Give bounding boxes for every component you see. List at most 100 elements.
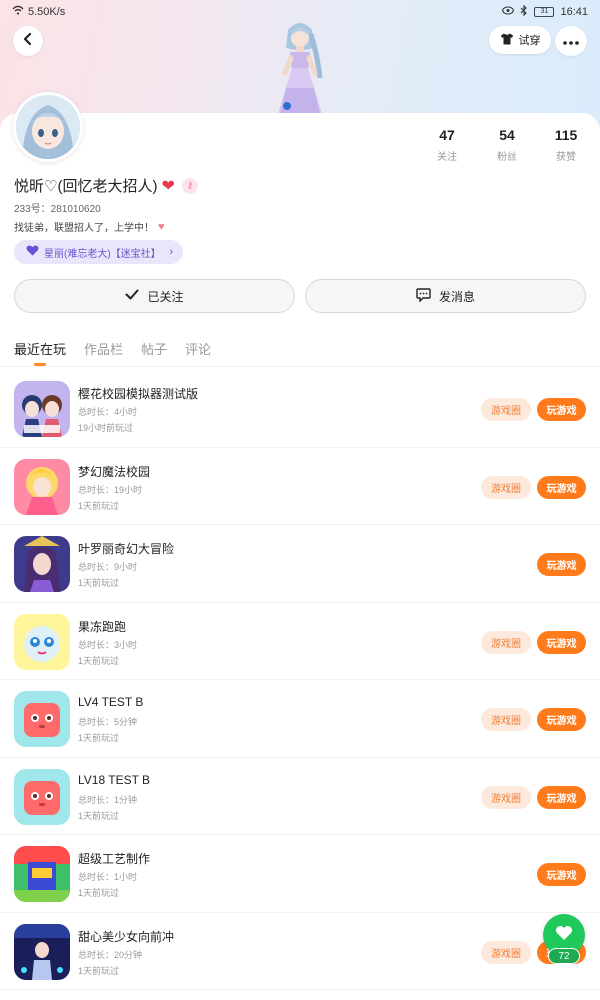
game-last-played: 1天前玩过 xyxy=(78,965,120,976)
game-play-duration: 总时长：5分钟 xyxy=(78,717,138,727)
tab-works[interactable]: 作品栏 xyxy=(84,339,123,358)
bio-text: 找徒弟，联盟招人了，上学中！ xyxy=(14,223,154,234)
game-circle-button[interactable]: 游戏圈 xyxy=(481,785,531,809)
game-last-played: 1天前玩过 xyxy=(78,655,120,666)
stat-following[interactable]: 47 关注 xyxy=(422,127,472,163)
bluetooth-icon xyxy=(520,4,528,19)
tab-comments[interactable]: 评论 xyxy=(185,339,211,358)
super-craft-game-icon[interactable] xyxy=(14,846,70,902)
network-speed: 5.50K/s xyxy=(28,5,66,18)
jelly-run-game-icon[interactable] xyxy=(14,613,70,670)
play-game-button[interactable]: 玩游戏 xyxy=(537,863,586,886)
stat-likes-label: 获赞 xyxy=(556,152,576,163)
tab-recently-played[interactable]: 最近在玩 xyxy=(14,339,66,366)
user-avatar[interactable] xyxy=(13,92,83,162)
stat-followers[interactable]: 54 粉丝 xyxy=(482,127,532,163)
stat-likes-count: 115 xyxy=(554,127,578,143)
game-last-played: 1天前玩过 xyxy=(78,733,120,743)
try-on-label: 试穿 xyxy=(518,35,541,47)
game-play-duration: 总时长：4小时 xyxy=(78,407,138,417)
guild-heart-icon xyxy=(26,245,39,259)
game-circle-button[interactable]: 游戏圈 xyxy=(481,630,531,654)
tab-posts[interactable]: 帖子 xyxy=(141,339,167,358)
stat-followers-label: 粉丝 xyxy=(497,152,517,163)
play-game-button[interactable]: 玩游戏 xyxy=(537,785,586,809)
play-game-button[interactable]: 玩游戏 xyxy=(537,553,586,576)
tshirt-icon xyxy=(500,33,514,48)
play-game-button[interactable]: 玩游戏 xyxy=(537,630,586,654)
game-play-duration: 总时长：1小时 xyxy=(78,872,138,882)
game-last-played: 19小时前玩过 xyxy=(78,423,134,433)
send-message-button[interactable]: 发消息 xyxy=(305,279,586,313)
clock: 16:41 xyxy=(560,6,588,18)
key-badge-icon[interactable]: ⚷ xyxy=(181,177,198,194)
game-last-played: 1天前玩过 xyxy=(78,578,120,588)
game-title: LV4 TEST B xyxy=(78,695,144,709)
game-last-played: 1天前玩过 xyxy=(78,888,120,898)
game-title: 超级工艺制作 xyxy=(78,852,151,866)
character-avatar-figure[interactable] xyxy=(262,18,338,114)
game-last-played: 1天前玩过 xyxy=(78,810,120,821)
lv4-test-game-icon[interactable] xyxy=(14,691,70,747)
username-row: 悦昕♡(回忆老大招人) ❤ ⚷ xyxy=(14,175,198,196)
more-button[interactable] xyxy=(555,26,587,56)
eye-icon xyxy=(502,6,515,18)
heart-icon xyxy=(555,924,573,947)
game-play-duration: 总时长：20分钟 xyxy=(78,949,143,960)
sakura-school-game-icon[interactable] xyxy=(14,381,70,437)
recent-games-list: 樱花校园模拟器测试版 总时长：4小时 19小时前玩过 游戏圈 玩游戏 梦幻魔法校园 总时长：… xyxy=(0,370,600,990)
bio: 找徒弟，联盟招人了，上学中！ ♥ xyxy=(14,219,165,235)
guild-badge[interactable]: 星丽(难忘老大)【迷宝社】 › xyxy=(14,240,183,264)
chevron-right-icon: › xyxy=(169,246,173,258)
try-on-button[interactable]: 试穿 xyxy=(489,26,551,54)
stat-following-label: 关注 xyxy=(437,152,457,163)
profile-tabs: 最近在玩 作品栏 帖子 评论 xyxy=(14,339,211,366)
followed-button[interactable]: 已关注 xyxy=(14,279,295,313)
lv18-test-game-icon[interactable] xyxy=(14,768,70,825)
game-play-duration: 总时长：9小时 xyxy=(78,562,138,572)
game-list-item[interactable]: LV18 TEST B 总时长：1分钟 1天前玩过 游戏圈 玩游戏 xyxy=(0,758,600,835)
guild-name: 星丽(难忘老大)【迷宝社】 xyxy=(44,248,161,260)
magic-school-game-icon[interactable] xyxy=(14,458,70,515)
game-list-item[interactable]: 叶罗丽奇幻大冒险总时长：9小时 1天前玩过 玩游戏 xyxy=(0,525,600,603)
game-title: 樱花校园模拟器测试版 xyxy=(78,387,199,401)
game-circle-button[interactable]: 游戏圈 xyxy=(481,940,531,964)
play-game-button[interactable]: 玩游戏 xyxy=(537,398,586,421)
game-last-played: 1天前玩过 xyxy=(78,500,120,511)
message-bubble-icon xyxy=(416,287,431,305)
game-circle-button[interactable]: 游戏圈 xyxy=(481,708,531,731)
play-game-button[interactable]: 玩游戏 xyxy=(537,475,586,499)
game-circle-button[interactable]: 游戏圈 xyxy=(481,398,531,421)
stat-following-count: 47 xyxy=(439,127,455,143)
followed-label: 已关注 xyxy=(147,289,184,304)
pink-heart-icon: ♥ xyxy=(158,220,165,233)
game-list-item[interactable]: 梦幻魔法校园总时长：19小时 1天前玩过 游戏圈 玩游戏 xyxy=(0,448,600,525)
battery-icon: 31 xyxy=(534,7,555,17)
game-play-duration: 总时长：19小时 xyxy=(78,484,143,495)
game-list-item[interactable]: LV4 TEST B 总时长：5分钟 1天前玩过 游戏圈 玩游戏 xyxy=(0,680,600,758)
user-id: 233号：281010620 xyxy=(14,204,101,215)
back-arrow-icon xyxy=(22,32,34,51)
game-play-duration: 总时长：1分钟 xyxy=(78,794,138,805)
game-title: LV18 TEST B xyxy=(78,772,151,787)
game-title: 梦幻魔法校园 xyxy=(78,464,151,479)
like-count-badge: 72 xyxy=(548,948,580,964)
game-title: 果冻跑跑 xyxy=(78,619,127,634)
play-game-button[interactable]: 玩游戏 xyxy=(537,708,586,731)
more-dots-icon xyxy=(563,32,579,50)
game-title: 甜心美少女向前冲 xyxy=(78,929,175,944)
game-list-item[interactable]: 甜心美少女向前冲总时长：20分钟1天前玩过游戏圈玩游戏 xyxy=(0,913,600,990)
username: 悦昕♡(回忆老大招人) xyxy=(14,178,158,195)
yeluoli-game-icon[interactable] xyxy=(14,536,70,592)
game-circle-button[interactable]: 游戏圈 xyxy=(481,475,531,499)
sweet-girl-run-game-icon[interactable] xyxy=(14,923,70,980)
game-list-item[interactable]: 果冻跑跑 总时长：3小时 1天前玩过 游戏圈 玩游戏 xyxy=(0,603,600,680)
back-button[interactable] xyxy=(13,26,43,56)
game-list-item[interactable]: 超级工艺制作总时长：1小时 1天前玩过 玩游戏 xyxy=(0,835,600,913)
game-list-item[interactable]: 樱花校园模拟器测试版总时长：4小时 19小时前玩过 游戏圈 玩游戏 xyxy=(0,370,600,448)
game-title: 叶罗丽奇幻大冒险 xyxy=(78,542,175,556)
check-icon xyxy=(125,289,139,303)
red-heart-icon: ❤ xyxy=(161,177,175,195)
stat-likes[interactable]: 115 获赞 xyxy=(541,127,591,163)
wifi-icon xyxy=(12,5,24,18)
